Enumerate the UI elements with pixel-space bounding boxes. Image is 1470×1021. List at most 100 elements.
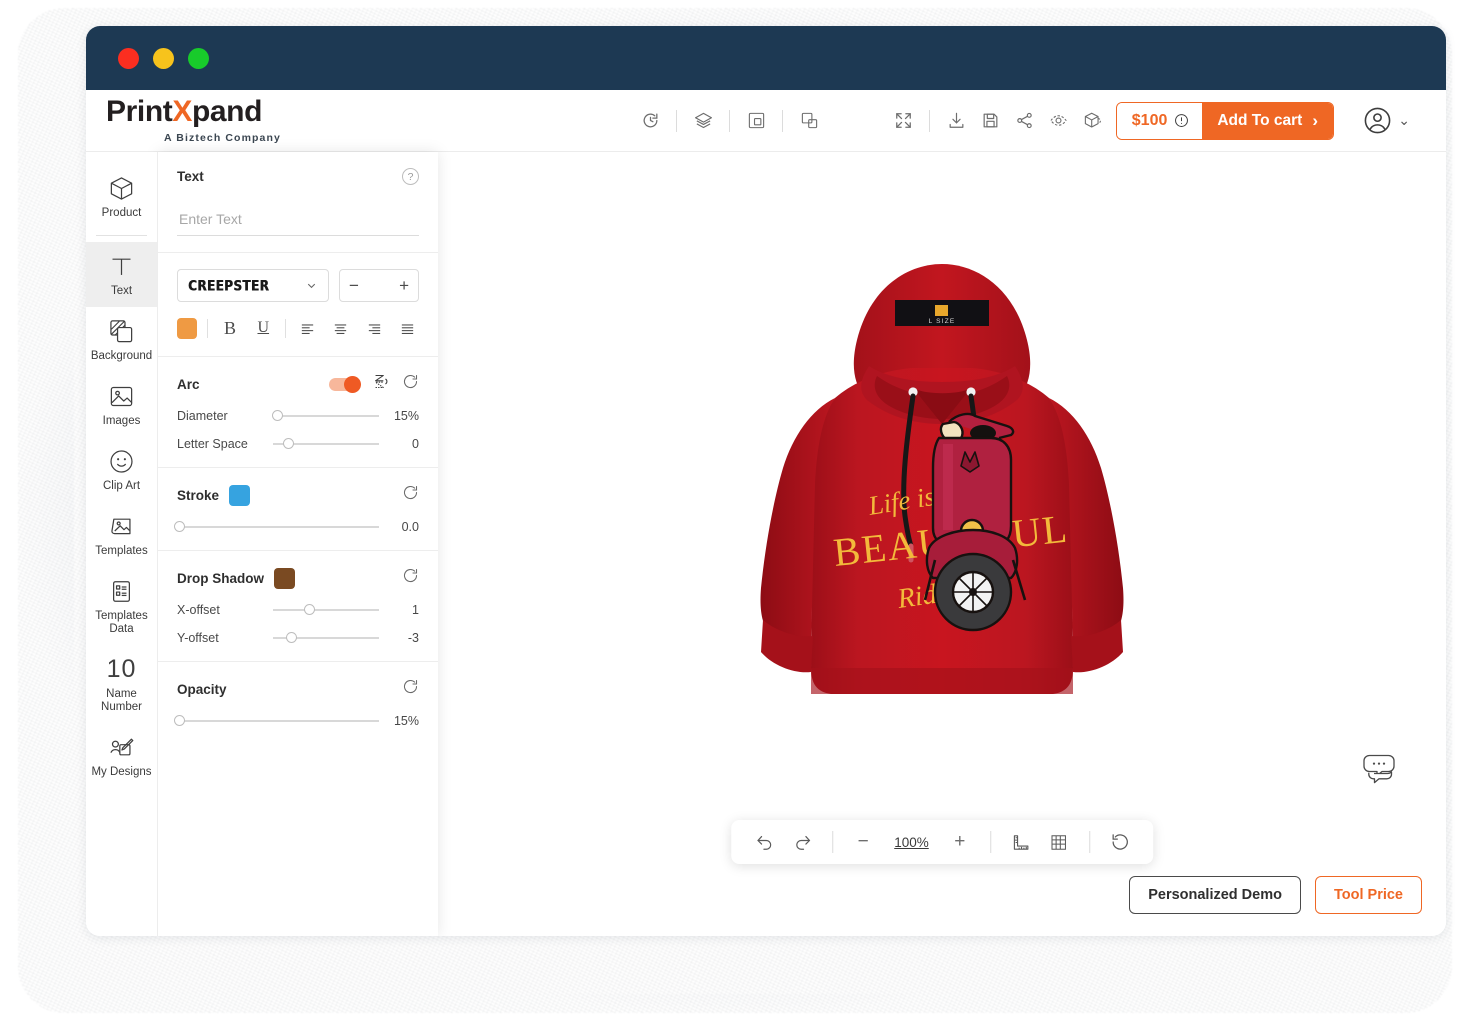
arc-reset-icon[interactable] <box>402 373 419 395</box>
sidebar-item-name-number[interactable]: 10 Name Number <box>86 645 157 723</box>
font-family-select[interactable]: CREEPSTER <box>177 269 329 302</box>
view-3d-icon[interactable] <box>1075 104 1109 138</box>
close-button[interactable] <box>118 47 139 69</box>
sidebar-item-templates-data[interactable]: Templates Data <box>86 567 157 645</box>
underline-button[interactable]: U <box>252 316 275 340</box>
group-icon[interactable] <box>739 104 773 138</box>
grid-icon[interactable] <box>1042 825 1076 859</box>
stroke-reset-icon[interactable] <box>402 484 419 506</box>
chat-bubble-icon[interactable] <box>1360 751 1398 790</box>
design-canvas[interactable]: L SIZE Life is a Ride − 100% + Personali… <box>438 152 1446 936</box>
tool-price-button[interactable]: Tool Price <box>1314 876 1422 914</box>
drop-shadow-title: Drop Shadow <box>177 570 264 586</box>
font-size-increase[interactable]: + <box>399 277 409 294</box>
slider-handle[interactable] <box>174 715 185 726</box>
chevron-down-icon[interactable]: ⌄ <box>1398 112 1410 129</box>
sidebar-label: Clip Art <box>102 480 141 492</box>
sidebar-item-templates[interactable]: Templates <box>86 502 157 567</box>
align-center-button[interactable] <box>329 316 352 340</box>
canvas-reset-button[interactable] <box>1103 825 1137 859</box>
align-right-button[interactable] <box>362 316 385 340</box>
arc-flip-icon[interactable] <box>372 373 389 395</box>
background-icon <box>88 316 155 346</box>
arc-section: Arc Diameter 15% Letter Space 0 <box>158 357 438 468</box>
chevron-right-icon: › <box>1312 110 1318 130</box>
maximize-button[interactable] <box>188 47 209 69</box>
save-icon[interactable] <box>973 104 1007 138</box>
sidebar-item-text[interactable]: Text <box>86 242 157 307</box>
my-designs-icon <box>88 732 155 762</box>
download-icon[interactable] <box>939 104 973 138</box>
zoom-in-button[interactable]: + <box>943 825 977 859</box>
panel-title: Text <box>177 169 204 184</box>
ungroup-icon[interactable] <box>792 104 826 138</box>
bold-button[interactable]: B <box>218 316 241 340</box>
price-button[interactable]: $100 <box>1116 102 1203 139</box>
arc-diameter-slider[interactable] <box>272 410 379 421</box>
drop-shadow-color-swatch[interactable] <box>274 567 295 589</box>
font-size-decrease[interactable]: − <box>349 277 359 294</box>
drop-shadow-reset-icon[interactable] <box>402 567 419 589</box>
stroke-width-row: 0.0 <box>174 520 419 534</box>
stroke-title: Stroke <box>177 487 220 503</box>
sidebar-label: Name Number <box>101 688 142 713</box>
sidebar-item-my-designs[interactable]: My Designs <box>86 723 157 788</box>
sidebar-label: Product <box>101 207 142 219</box>
divider <box>832 831 834 853</box>
cube-icon <box>88 173 155 203</box>
text-input-section: Text ? <box>158 152 438 253</box>
personalized-demo-button[interactable]: Personalized Demo <box>1129 876 1301 914</box>
sidebar-label: Text <box>110 285 133 297</box>
sidebar-item-clip-art[interactable]: Clip Art <box>86 437 157 502</box>
opacity-reset-icon[interactable] <box>402 678 419 700</box>
brand-logo[interactable]: PrintXpand A Biztech Company <box>86 97 336 145</box>
slider-handle[interactable] <box>286 632 298 643</box>
help-icon[interactable]: ? <box>402 168 419 185</box>
minimize-button[interactable] <box>153 47 174 69</box>
product-preview[interactable]: L SIZE Life is a Ride <box>707 248 1177 738</box>
arc-letter-space-slider[interactable] <box>273 438 379 449</box>
zoom-out-button[interactable]: − <box>846 825 880 859</box>
divider <box>284 318 286 338</box>
sidebar-item-product[interactable]: Product <box>86 164 157 229</box>
divider <box>96 235 147 236</box>
text-input[interactable] <box>177 201 419 236</box>
ruler-icon[interactable] <box>1004 825 1038 859</box>
align-justify-button[interactable] <box>396 316 419 340</box>
sidebar-item-images[interactable]: Images <box>86 372 157 437</box>
clipboard-icon <box>88 576 155 606</box>
slider-handle[interactable] <box>174 521 185 532</box>
x-offset-slider[interactable] <box>273 604 379 615</box>
y-offset-slider[interactable] <box>273 632 379 643</box>
history-icon[interactable] <box>633 104 667 138</box>
slider-handle[interactable] <box>272 410 284 421</box>
divider <box>1088 831 1090 853</box>
arc-letter-space-label: Letter Space <box>177 437 248 451</box>
opacity-slider[interactable] <box>174 715 379 726</box>
zoom-level[interactable]: 100% <box>884 835 939 850</box>
price-label: $100 <box>1131 111 1168 129</box>
redo-button[interactable] <box>785 825 819 859</box>
number-10-icon: 10 <box>106 655 137 683</box>
layers-icon[interactable] <box>686 104 720 138</box>
slider-handle[interactable] <box>304 604 316 615</box>
info-icon[interactable] <box>1174 113 1189 128</box>
opacity-section: Opacity 15% <box>158 662 438 744</box>
account-menu[interactable]: ⌄ <box>1363 106 1410 135</box>
stroke-color-swatch[interactable] <box>229 484 251 506</box>
add-to-cart-button[interactable]: Add To cart › <box>1202 102 1333 139</box>
stroke-width-slider[interactable] <box>174 521 379 532</box>
text-color-swatch[interactable] <box>177 317 198 339</box>
preview-icon[interactable] <box>1041 104 1075 138</box>
align-left-button[interactable] <box>296 316 319 340</box>
sidebar-label: Background <box>90 350 153 362</box>
arc-letter-space-row: Letter Space 0 <box>177 437 419 451</box>
sidebar-item-background[interactable]: Background <box>86 307 157 372</box>
slider-handle[interactable] <box>282 438 294 449</box>
fullscreen-icon[interactable] <box>886 104 920 138</box>
share-icon[interactable] <box>1007 104 1041 138</box>
arc-toggle[interactable] <box>329 375 361 393</box>
header-right-tools <box>886 104 1128 138</box>
undo-button[interactable] <box>747 825 781 859</box>
avatar[interactable] <box>1363 106 1392 135</box>
